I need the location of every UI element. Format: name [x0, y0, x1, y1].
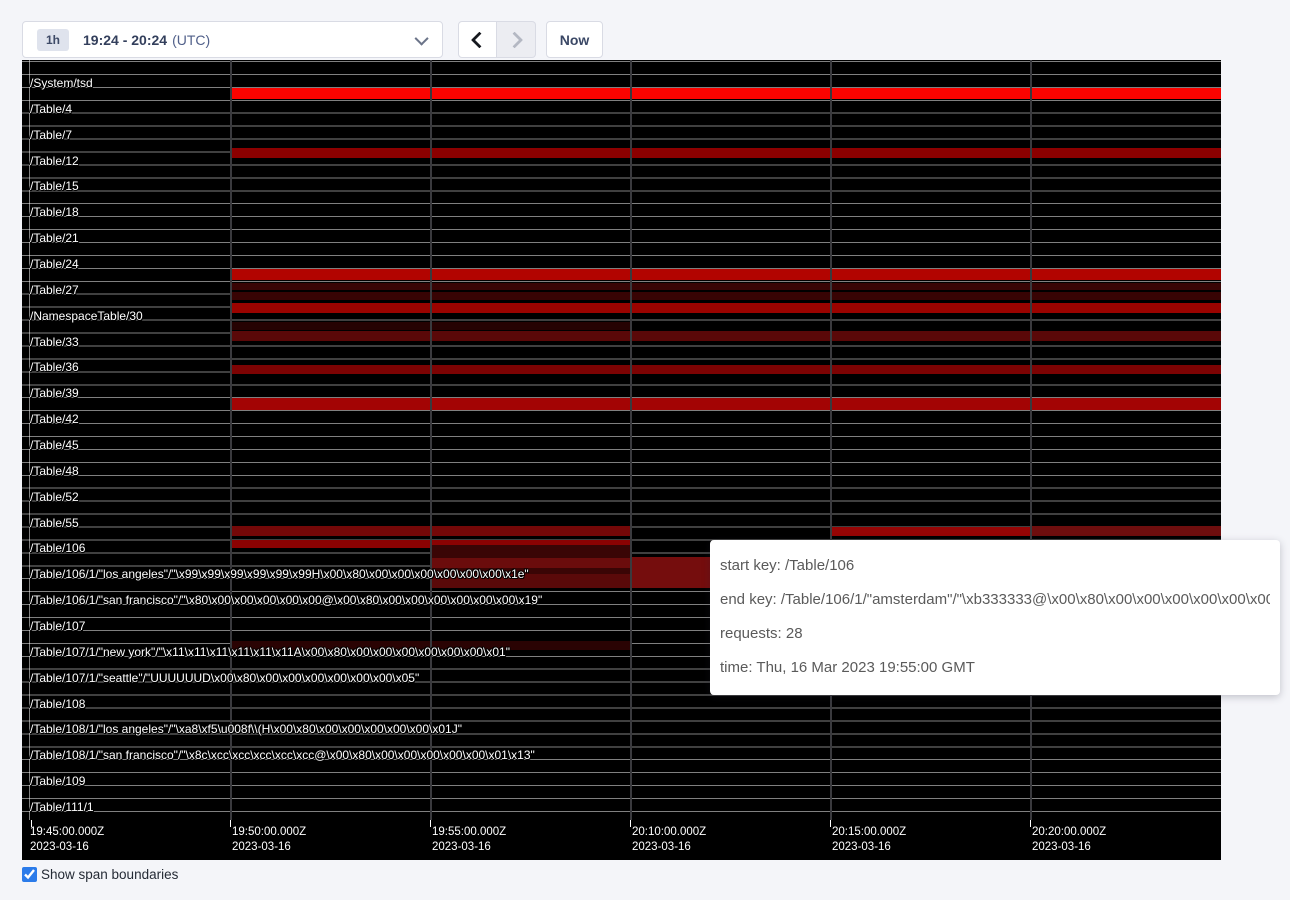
- time-bucket-boundary-line: [430, 60, 432, 820]
- row-label: /Table/45: [30, 438, 79, 452]
- row-label: /Table/42: [30, 412, 79, 426]
- range-utc-label: (UTC): [172, 32, 210, 48]
- prev-range-button[interactable]: [458, 21, 497, 58]
- row-label: /Table/108/1/"los angeles"/"\xa8\xf5\u00…: [30, 722, 462, 736]
- row-label: /Table/4: [30, 102, 72, 116]
- row-label: /Table/48: [30, 464, 79, 478]
- row-label: /Table/36: [30, 360, 79, 374]
- row-label: /Table/18: [30, 205, 79, 219]
- x-axis-label: 19:45:00.000Z2023-03-16: [30, 825, 104, 855]
- row-label: /NamespaceTable/30: [30, 309, 143, 323]
- now-button[interactable]: Now: [546, 21, 603, 58]
- heatmap-band[interactable]: [1030, 526, 1221, 536]
- span-tooltip: start key: /Table/106 end key: /Table/10…: [710, 540, 1280, 695]
- row-label: /Table/108: [30, 697, 85, 711]
- x-axis-label: 20:15:00.000Z2023-03-16: [832, 825, 906, 855]
- row-label: /Table/39: [30, 386, 79, 400]
- row-label: /Table/106: [30, 541, 85, 555]
- heatmap-band[interactable]: [230, 148, 1221, 158]
- show-span-boundaries-checkbox[interactable]: [22, 867, 37, 882]
- row-label: /Table/107/1/"seattle"/"UUUUUUD\x00\x80\…: [30, 671, 419, 685]
- heatmap-band[interactable]: [230, 331, 1221, 341]
- time-bucket-boundary-line: [630, 60, 632, 820]
- heatmap-band[interactable]: [230, 292, 1221, 300]
- x-axis-label: 20:20:00.000Z2023-03-16: [1032, 825, 1106, 855]
- heatmap-band[interactable]: [230, 283, 1221, 290]
- key-visualizer-heatmap[interactable]: /System/tsd/Table/4/Table/7/Table/12/Tab…: [22, 60, 1221, 860]
- show-span-boundaries-control[interactable]: Show span boundaries: [22, 867, 178, 882]
- time-toolbar: 1h 19:24 - 20:24 (UTC) Now: [22, 21, 603, 58]
- heatmap-band[interactable]: [830, 527, 1030, 536]
- tooltip-start-key: start key: /Table/106: [720, 549, 1270, 583]
- x-axis-label: 20:10:00.000Z2023-03-16: [632, 825, 706, 855]
- row-label: /Table/107: [30, 619, 85, 633]
- time-range-selector[interactable]: 1h 19:24 - 20:24 (UTC): [22, 21, 443, 58]
- chevron-right-icon: [506, 31, 523, 48]
- next-range-button-disabled[interactable]: [497, 21, 536, 58]
- row-label: /System/tsd: [30, 76, 93, 90]
- x-axis-label: 19:50:00.000Z2023-03-16: [232, 825, 306, 855]
- row-label: /Table/33: [30, 335, 79, 349]
- chevron-left-icon: [470, 31, 487, 48]
- heatmap-band[interactable]: [230, 398, 1221, 410]
- row-label: /Table/52: [30, 490, 79, 504]
- span-boundary-lines: [22, 61, 1221, 820]
- range-text: 19:24 - 20:24: [83, 32, 167, 48]
- show-span-boundaries-label: Show span boundaries: [41, 867, 178, 882]
- heatmap-band[interactable]: [630, 557, 710, 588]
- x-axis-label: 19:55:00.000Z2023-03-16: [432, 825, 506, 855]
- row-label: /Table/109: [30, 774, 85, 788]
- axis-tick: [1030, 820, 1031, 827]
- tooltip-time: time: Thu, 16 Mar 2023 19:55:00 GMT: [720, 651, 1270, 685]
- row-label: /Table/111/1: [30, 800, 94, 814]
- axis-tick: [430, 820, 431, 827]
- row-label: /Table/108/1/"san francisco"/"\x8c\xcc\x…: [30, 748, 535, 762]
- axis-tick: [230, 820, 231, 827]
- row-label: /Table/27: [30, 283, 79, 297]
- axis-tick: [830, 820, 831, 827]
- time-bucket-boundary-line: [830, 60, 832, 820]
- row-label: /Table/106/1/"san francisco"/"\x80\x00\x…: [30, 593, 542, 607]
- heatmap-band[interactable]: [230, 365, 1221, 374]
- row-label: /Table/12: [30, 154, 79, 168]
- tooltip-requests: requests: 28: [720, 617, 1270, 651]
- time-bucket-boundary-line: [230, 60, 232, 820]
- range-duration-badge: 1h: [37, 29, 69, 51]
- chevron-down-icon: [415, 31, 429, 45]
- heatmap-band[interactable]: [230, 88, 1221, 99]
- axis-tick: [630, 820, 631, 827]
- row-label: /Table/15: [30, 179, 79, 193]
- heatmap-band[interactable]: [230, 269, 1221, 280]
- row-label: /Table/7: [30, 128, 72, 142]
- row-label: /Table/21: [30, 231, 79, 245]
- row-label: /Table/107/1/"new york"/"\x11\x11\x11\x1…: [30, 645, 510, 659]
- range-nav-group: [458, 21, 536, 58]
- row-label: /Table/106/1/"los angeles"/"\x99\x99\x99…: [30, 567, 529, 581]
- heatmap-band[interactable]: [230, 303, 1221, 313]
- tooltip-end-key: end key: /Table/106/1/"amsterdam"/"\xb33…: [720, 583, 1270, 617]
- time-bucket-boundary-line: [1030, 60, 1032, 820]
- row-label: /Table/24: [30, 257, 79, 271]
- row-label: /Table/55: [30, 516, 79, 530]
